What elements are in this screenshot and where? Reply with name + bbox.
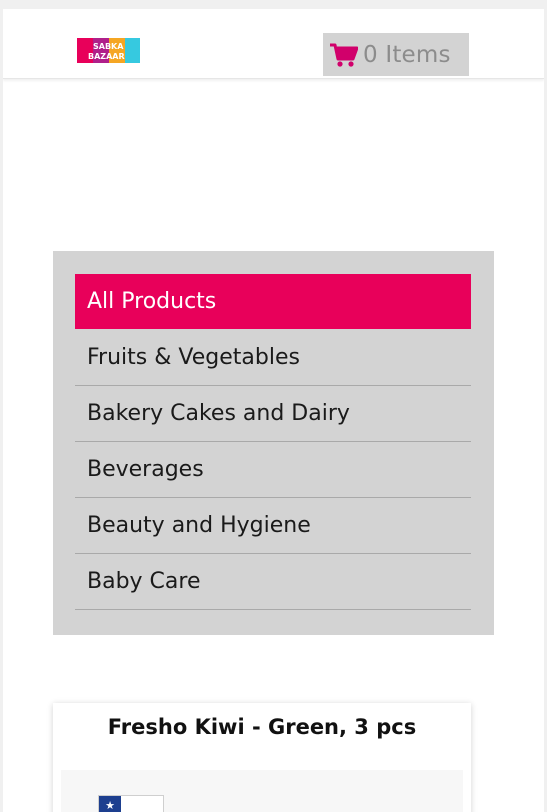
category-list: All Products Fruits & Vegetables Bakery … — [75, 274, 471, 610]
header: SABKA BAZAAR 0 Items — [3, 9, 544, 79]
product-card[interactable]: Fresho Kiwi - Green, 3 pcs ★ — [53, 703, 471, 812]
cart-item-count: 0 Items — [363, 42, 451, 68]
product-title[interactable]: Fresho Kiwi - Green, 3 pcs — [53, 711, 471, 743]
star-icon: ★ — [99, 796, 121, 812]
category-menu: All Products Fruits & Vegetables Bakery … — [53, 251, 494, 635]
category-item-fruits-vegetables[interactable]: Fruits & Vegetables — [75, 330, 471, 386]
sabka-bazaar-logo[interactable]: SABKA BAZAAR — [77, 38, 140, 63]
category-item-beauty-hygiene[interactable]: Beauty and Hygiene — [75, 498, 471, 554]
logo-text-line1: SABKA — [93, 42, 124, 51]
logo-text-line2: BAZAAR — [88, 52, 125, 61]
origin-flag-image: ★ — [98, 795, 164, 812]
cart-icon — [330, 43, 358, 67]
category-item-baby-care[interactable]: Baby Care — [75, 554, 471, 610]
cart-button[interactable]: 0 Items — [323, 33, 469, 76]
page: SABKA BAZAAR 0 Items All Products Fruits… — [3, 9, 544, 812]
category-item-bakery-cakes-dairy[interactable]: Bakery Cakes and Dairy — [75, 386, 471, 442]
category-item-beverages[interactable]: Beverages — [75, 442, 471, 498]
product-image[interactable]: ★ — [61, 770, 463, 812]
category-item-all-products[interactable]: All Products — [75, 274, 471, 329]
